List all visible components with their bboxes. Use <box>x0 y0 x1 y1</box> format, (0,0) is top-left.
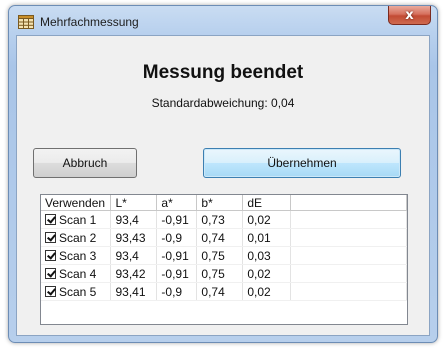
table-row[interactable]: Scan 4 93,42 -0,91 0,75 0,02 <box>41 264 407 283</box>
de-value: 0,01 <box>242 228 292 247</box>
use-cell[interactable]: Scan 2 <box>41 228 112 247</box>
table-row[interactable]: Scan 2 93,43 -0,9 0,74 0,01 <box>41 228 407 247</box>
window-title: Mehrfachmessung <box>40 15 139 29</box>
filler-cell <box>290 264 407 283</box>
a-value: -0,9 <box>156 228 198 247</box>
table-row[interactable]: Scan 1 93,4 -0,91 0,73 0,02 <box>41 210 407 229</box>
de-value: 0,02 <box>242 264 292 283</box>
column-header-use[interactable]: Verwenden <box>41 195 112 211</box>
use-cell[interactable]: Scan 1 <box>41 210 112 229</box>
scan-name: Scan 1 <box>59 212 97 227</box>
checkbox-checked-icon[interactable] <box>45 267 56 279</box>
scan-name: Scan 3 <box>59 248 97 263</box>
a-value: -0,91 <box>156 264 198 283</box>
l-value: 93,4 <box>110 210 158 229</box>
filler-cell <box>290 210 407 229</box>
column-header-filler <box>290 195 407 211</box>
l-value: 93,42 <box>110 264 158 283</box>
use-cell[interactable]: Scan 3 <box>41 246 112 265</box>
table-row[interactable]: Scan 3 93,4 -0,91 0,75 0,03 <box>41 246 407 265</box>
filler-cell <box>290 228 407 247</box>
column-header-L[interactable]: L* <box>110 195 158 211</box>
checkbox-checked-icon[interactable] <box>45 249 56 261</box>
checkbox-checked-icon[interactable] <box>45 213 56 225</box>
table-header-row: Verwenden L* a* b* dE <box>41 195 407 211</box>
b-value: 0,74 <box>196 228 244 247</box>
use-cell[interactable]: Scan 4 <box>41 264 112 283</box>
de-value: 0,02 <box>242 210 292 229</box>
de-value: 0,02 <box>242 282 292 301</box>
l-value: 93,41 <box>110 282 158 301</box>
close-button[interactable]: x <box>388 6 431 25</box>
use-cell[interactable]: Scan 5 <box>41 282 112 301</box>
b-value: 0,75 <box>196 264 244 283</box>
b-value: 0,73 <box>196 210 244 229</box>
std-deviation-text: Standardabweichung: 0,04 <box>17 96 429 110</box>
a-value: -0,9 <box>156 282 198 301</box>
std-deviation-label: Standardabweichung: <box>151 96 268 110</box>
column-header-b[interactable]: b* <box>196 195 244 211</box>
column-header-dE[interactable]: dE <box>242 195 292 211</box>
std-deviation-value: 0,04 <box>271 96 295 110</box>
column-header-a[interactable]: a* <box>156 195 198 211</box>
title-bar[interactable]: Mehrfachmessung x <box>9 6 437 36</box>
checkbox-checked-icon[interactable] <box>45 231 56 243</box>
scan-results-list[interactable]: Verwenden L* a* b* dE Scan 1 93,4 -0,91 … <box>40 194 408 325</box>
b-value: 0,74 <box>196 282 244 301</box>
scan-name: Scan 4 <box>59 266 97 281</box>
table-row[interactable]: Scan 5 93,41 -0,9 0,74 0,02 <box>41 282 407 301</box>
scan-results-table: Verwenden L* a* b* dE Scan 1 93,4 -0,91 … <box>41 195 407 301</box>
accept-button[interactable]: Übernehmen <box>203 148 401 178</box>
l-value: 93,43 <box>110 228 158 247</box>
a-value: -0,91 <box>156 210 198 229</box>
dialog-content: Messung beendet Standardabweichung: 0,04… <box>16 35 430 336</box>
cancel-button[interactable]: Abbruch <box>33 148 137 178</box>
b-value: 0,75 <box>196 246 244 265</box>
filler-cell <box>290 282 407 301</box>
table-icon <box>18 15 34 29</box>
close-icon: x <box>405 7 414 23</box>
checkbox-checked-icon[interactable] <box>45 285 56 297</box>
de-value: 0,03 <box>242 246 292 265</box>
a-value: -0,91 <box>156 246 198 265</box>
scan-name: Scan 2 <box>59 230 97 245</box>
status-heading: Messung beendet <box>142 62 304 83</box>
l-value: 93,4 <box>110 246 158 265</box>
scan-name: Scan 5 <box>59 284 97 299</box>
filler-cell <box>290 246 407 265</box>
dialog-window: Mehrfachmessung x Messung beendet Standa… <box>8 5 438 343</box>
